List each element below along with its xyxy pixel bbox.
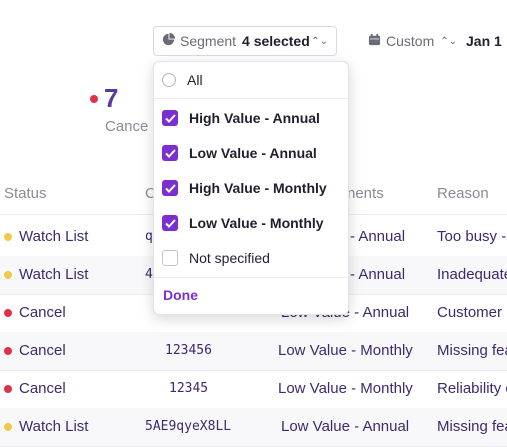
- done-button[interactable]: Done: [163, 287, 198, 303]
- segment-label: Segment: [180, 33, 237, 49]
- status-dot: [4, 422, 12, 431]
- plan-cell: Low Value - Monthly: [278, 380, 413, 397]
- code-cell: q: [145, 229, 153, 244]
- pie-chart-icon: [162, 33, 175, 49]
- status-dot: [4, 308, 12, 317]
- code-cell: 5AE9qyeX8LL: [145, 419, 232, 434]
- column-header-status[interactable]: Status: [4, 185, 47, 202]
- reason-cell: Reliability c: [437, 380, 507, 397]
- divider: [154, 98, 348, 99]
- code-cell: 4: [145, 267, 153, 282]
- reason-cell: Too busy -: [437, 228, 507, 245]
- option-label: High Value - Annual: [189, 110, 320, 126]
- table-row[interactable]: Cancel 12345 Low Value - Monthly Reliabi…: [0, 370, 507, 409]
- radio-icon: [162, 73, 176, 87]
- option-label: All: [187, 72, 203, 88]
- status-text: Cancel: [19, 304, 66, 321]
- status-dot: [4, 270, 12, 279]
- stat-label: Cance: [105, 118, 149, 135]
- stat-value: 7: [104, 83, 119, 113]
- option-label: Low Value - Annual: [189, 145, 317, 161]
- status-text: Watch List: [19, 418, 89, 435]
- chevron-updown-icon: ⌃⌄: [311, 35, 328, 47]
- option-not-specified[interactable]: Not specified: [162, 243, 270, 273]
- reason-cell: Inadequate: [437, 266, 507, 283]
- checkbox-checked-icon: [162, 110, 178, 126]
- table-row[interactable]: Watch List 5AE9qyeX8LL Low Value - Annua…: [0, 408, 507, 447]
- segment-filter-button[interactable]: Segment 4 selected ⌃⌄: [153, 26, 337, 56]
- chevron-updown-icon: ⌃⌄: [440, 35, 457, 47]
- option-label: Not specified: [189, 250, 270, 266]
- plan-cell: - Annual: [350, 266, 406, 283]
- option-all[interactable]: All: [162, 65, 203, 95]
- option-high-value-monthly[interactable]: High Value - Monthly: [162, 173, 327, 203]
- status-dot: [90, 95, 98, 103]
- divider: [154, 277, 348, 278]
- code-cell: 12345: [169, 381, 209, 396]
- segment-dropdown: All High Value - Annual Low Value - Annu…: [153, 61, 349, 315]
- column-header-plan[interactable]: nents: [347, 185, 384, 202]
- option-high-value-annual[interactable]: High Value - Annual: [162, 103, 320, 133]
- plan-cell: Low Value - Monthly: [278, 342, 413, 359]
- option-label: High Value - Monthly: [189, 180, 327, 196]
- calendar-icon: [368, 33, 381, 49]
- segment-value: 4 selected: [242, 33, 310, 49]
- status-text: Watch List: [19, 228, 89, 245]
- plan-cell: Low Value - Annual: [281, 418, 410, 435]
- column-header-reason[interactable]: Reason: [437, 185, 489, 202]
- checkbox-checked-icon: [162, 145, 178, 161]
- reason-cell: Missing fea: [437, 342, 507, 359]
- table-row[interactable]: Cancel 123456 Low Value - Monthly Missin…: [0, 332, 507, 371]
- option-low-value-monthly[interactable]: Low Value - Monthly: [162, 208, 324, 238]
- option-label: Low Value - Monthly: [189, 215, 324, 231]
- status-text: Watch List: [19, 266, 89, 283]
- status-dot: [4, 232, 12, 241]
- plan-cell: - Annual: [350, 228, 406, 245]
- checkbox-unchecked-icon: [162, 250, 178, 266]
- status-text: Cancel: [19, 342, 66, 359]
- date-start-button[interactable]: Jan 1: [466, 26, 507, 56]
- date-label: Jan 1: [466, 33, 502, 49]
- status-dot: [4, 346, 12, 355]
- option-low-value-annual[interactable]: Low Value - Annual: [162, 138, 317, 168]
- checkbox-checked-icon: [162, 215, 178, 231]
- status-dot: [4, 384, 12, 393]
- reason-cell: Missing fea: [437, 418, 507, 435]
- checkbox-checked-icon: [162, 180, 178, 196]
- custom-label: Custom: [386, 33, 435, 49]
- date-range-button[interactable]: Custom ⌃⌄: [368, 26, 458, 56]
- status-text: Cancel: [19, 380, 66, 397]
- reason-cell: Customer: [437, 304, 503, 321]
- code-cell: 123456: [165, 343, 212, 358]
